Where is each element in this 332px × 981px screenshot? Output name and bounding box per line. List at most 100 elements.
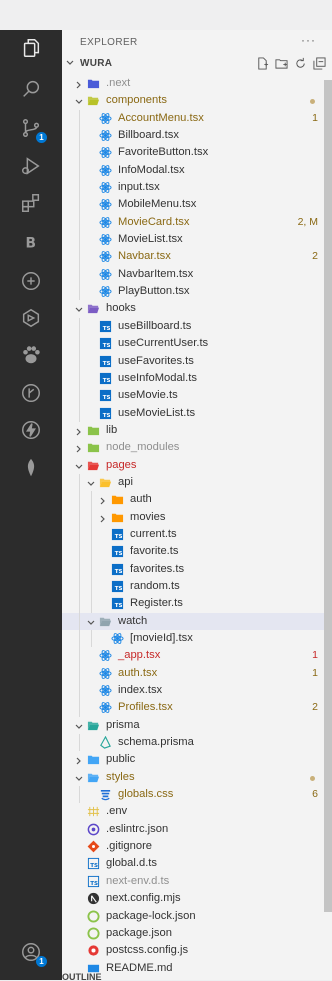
tree-file-row[interactable]: [movieId].tsx bbox=[62, 630, 332, 648]
tree-item-label: next.config.mjs bbox=[106, 892, 181, 905]
source-control-icon[interactable]: 1 bbox=[19, 116, 47, 143]
lightning-icon[interactable] bbox=[19, 418, 43, 442]
tree-file-row[interactable]: Billboard.tsx bbox=[62, 127, 332, 145]
tree-file-row[interactable]: index.tsx bbox=[62, 682, 332, 700]
tree-file-row[interactable]: postcss.config.js bbox=[62, 942, 332, 959]
chevron-down-icon[interactable] bbox=[74, 96, 84, 106]
chevron-down-icon[interactable] bbox=[74, 773, 84, 783]
tree-item-label: current.ts bbox=[130, 527, 177, 540]
chevron-right-icon[interactable] bbox=[74, 443, 84, 453]
tree-file-row[interactable]: MobileMenu.tsx bbox=[62, 196, 332, 214]
tree-folder-row[interactable]: api bbox=[62, 473, 332, 492]
chevron-right-icon[interactable] bbox=[74, 755, 84, 765]
tree-folder-row[interactable]: watch bbox=[62, 612, 332, 630]
chevron-right-icon[interactable] bbox=[74, 79, 84, 89]
chevron-right-icon[interactable] bbox=[74, 426, 84, 436]
tree-file-row[interactable]: TS useMovie.ts bbox=[62, 387, 332, 405]
scrollbar[interactable] bbox=[324, 80, 332, 912]
tree-folder-row[interactable]: prisma bbox=[62, 717, 332, 734]
tree-file-row[interactable]: InfoModal.tsx bbox=[62, 161, 332, 180]
remote-icon[interactable] bbox=[19, 269, 43, 293]
tree-file-row[interactable]: TS current.ts bbox=[62, 525, 332, 544]
tree-file-row[interactable]: Navbar.tsx 2 bbox=[62, 248, 332, 266]
tree-file-row[interactable]: TS global.d.ts bbox=[62, 855, 332, 872]
tree-file-row[interactable]: FavoriteButton.tsx bbox=[62, 144, 332, 162]
chevron-down-icon[interactable] bbox=[86, 478, 96, 488]
tree-file-row[interactable]: input.tsx bbox=[62, 179, 332, 197]
tree-file-row[interactable]: .gitignore bbox=[62, 838, 332, 855]
tree-file-row[interactable]: MovieList.tsx bbox=[62, 231, 332, 249]
tree-file-row[interactable]: TS favorites.ts bbox=[62, 560, 332, 578]
workspace-section-header[interactable]: WURA bbox=[62, 54, 332, 74]
tree-file-row[interactable]: .eslintrc.json bbox=[62, 821, 332, 838]
react-icon bbox=[99, 233, 112, 246]
tree-item-label: globals.css bbox=[118, 788, 174, 801]
chevron-down-icon[interactable] bbox=[74, 461, 84, 471]
tree-file-row[interactable]: _app.tsx 1 bbox=[62, 647, 332, 665]
tree-folder-row[interactable]: styles bbox=[62, 769, 332, 786]
tree-folder-row[interactable]: node_modules bbox=[62, 439, 332, 456]
tree-file-row[interactable]: TS favorite.ts bbox=[62, 543, 332, 561]
tree-file-row[interactable]: package.json bbox=[62, 925, 332, 942]
indent-guide bbox=[91, 630, 92, 648]
tree-file-row[interactable]: MovieCard.tsx 2, M bbox=[62, 213, 332, 232]
chevron-down-icon[interactable] bbox=[74, 721, 84, 731]
indent-guide bbox=[79, 179, 80, 197]
files-icon[interactable] bbox=[19, 36, 43, 60]
tree-folder-row[interactable]: .next bbox=[62, 75, 332, 92]
chevron-right-icon[interactable] bbox=[98, 495, 108, 505]
tree-file-row[interactable]: TS useBillboard.ts bbox=[62, 317, 332, 336]
letter-b-icon[interactable]: B bbox=[19, 230, 43, 254]
search-icon[interactable] bbox=[19, 77, 43, 101]
tree-file-row[interactable]: schema.prisma bbox=[62, 734, 332, 752]
more-actions-button[interactable]: ··· bbox=[301, 33, 316, 47]
indent-guide bbox=[79, 473, 80, 492]
activity-bar: 1 B 1 bbox=[0, 30, 62, 980]
tree-file-row[interactable]: next.config.mjs bbox=[62, 890, 332, 907]
tree-item-label: Billboard.tsx bbox=[118, 129, 179, 142]
tree-file-row[interactable]: NavbarItem.tsx bbox=[62, 265, 332, 284]
tree-folder-row[interactable]: pages bbox=[62, 457, 332, 474]
chevron-down-icon[interactable] bbox=[74, 304, 84, 314]
typescript-icon: TS bbox=[111, 580, 124, 593]
tree-file-row[interactable]: package-lock.json bbox=[62, 908, 332, 925]
tree-folder-row[interactable]: public bbox=[62, 751, 332, 768]
chevron-down-icon[interactable] bbox=[86, 617, 96, 627]
tree-file-row[interactable]: TS useInfoModal.ts bbox=[62, 369, 332, 388]
paw-icon[interactable] bbox=[19, 343, 43, 367]
tree-folder-row[interactable]: components bbox=[62, 92, 332, 109]
chevron-right-icon[interactable] bbox=[98, 513, 108, 523]
accounts-icon[interactable]: 1 bbox=[19, 940, 47, 967]
docker-icon[interactable] bbox=[19, 306, 43, 330]
tree-file-row[interactable]: AccountMenu.tsx 1 bbox=[62, 109, 332, 128]
refresh-icon[interactable] bbox=[294, 57, 307, 70]
indent-guide bbox=[91, 508, 92, 526]
tree-file-row[interactable]: TS next-env.d.ts bbox=[62, 873, 332, 890]
new-file-icon[interactable] bbox=[256, 57, 269, 70]
git-graph-icon[interactable] bbox=[19, 381, 43, 405]
tree-file-row[interactable]: Profiles.tsx 2 bbox=[62, 699, 332, 717]
collapse-all-icon[interactable] bbox=[313, 57, 326, 70]
tree-folder-row[interactable]: hooks bbox=[62, 300, 332, 317]
run-debug-icon[interactable] bbox=[19, 154, 43, 178]
react-icon bbox=[99, 667, 112, 680]
tree-folder-row[interactable]: movies bbox=[62, 508, 332, 526]
tree-file-row[interactable]: .env bbox=[62, 803, 332, 820]
tree-file-row[interactable]: TS random.ts bbox=[62, 577, 332, 596]
tree-file-row[interactable]: TS Register.ts bbox=[62, 595, 332, 613]
tree-file-row[interactable]: TS useMovieList.ts bbox=[62, 404, 332, 422]
tree-file-row[interactable]: PlayButton.tsx bbox=[62, 283, 332, 301]
outline-section-header[interactable]: OUTLINE bbox=[62, 972, 332, 980]
new-folder-icon[interactable] bbox=[275, 57, 288, 70]
tree-file-row[interactable]: TS useFavorites.ts bbox=[62, 352, 332, 370]
next-icon bbox=[87, 892, 100, 905]
tree-file-row[interactable]: globals.css 6 bbox=[62, 786, 332, 804]
tree-file-row[interactable]: TS useCurrentUser.ts bbox=[62, 335, 332, 353]
extensions-icon[interactable] bbox=[19, 191, 43, 215]
leaf-icon[interactable] bbox=[19, 456, 43, 480]
tree-file-row[interactable]: auth.tsx 1 bbox=[62, 664, 332, 683]
tree-folder-row[interactable]: lib bbox=[62, 422, 332, 439]
indent-guide bbox=[79, 213, 80, 232]
indent-guide bbox=[91, 525, 92, 544]
tree-folder-row[interactable]: auth bbox=[62, 491, 332, 509]
